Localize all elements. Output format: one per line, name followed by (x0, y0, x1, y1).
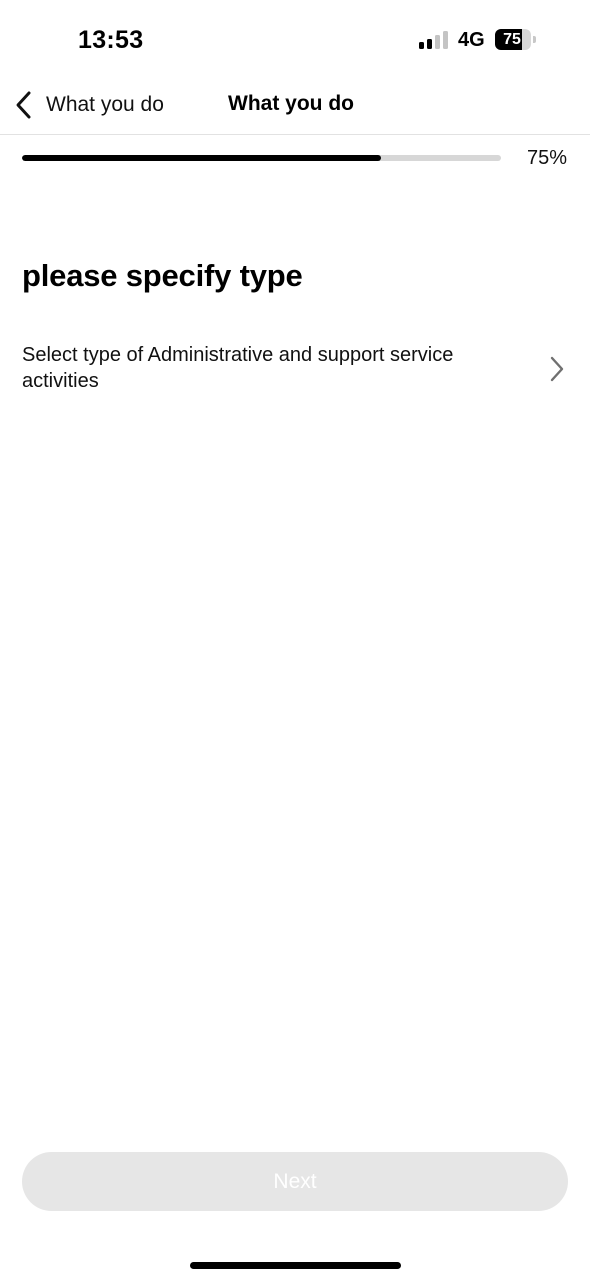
screen: 13:53 4G 75 What you do What you do 75% … (0, 0, 590, 1280)
page-header-title: What you do (228, 92, 354, 115)
back-button[interactable]: What you do (14, 88, 164, 122)
network-type: 4G (458, 29, 485, 51)
battery-level: 75 (503, 31, 521, 48)
next-button[interactable]: Next (22, 1152, 568, 1211)
signal-bar (419, 42, 424, 49)
activity-type-label: Select type of Administrative and suppor… (22, 344, 454, 392)
home-indicator[interactable] (190, 1262, 401, 1269)
progress-bar (22, 155, 501, 161)
chevron-right-icon (550, 356, 564, 382)
status-time: 13:53 (78, 26, 144, 54)
activity-type-select[interactable]: Select type of Administrative and suppor… (0, 338, 590, 400)
battery-nub (533, 36, 536, 43)
progress-fill (22, 155, 382, 161)
back-label: What you do (46, 93, 164, 116)
chevron-left-icon (16, 91, 31, 119)
signal-bar (435, 35, 440, 49)
battery-icon: 75 (495, 29, 531, 50)
cellular-signal-icon (419, 31, 449, 49)
signal-bar (443, 31, 448, 49)
status-bar: 13:53 4G 75 (0, 0, 590, 80)
page-title: please specify type (22, 258, 303, 293)
nav-header: What you do What you do (0, 80, 590, 135)
signal-bar (427, 39, 432, 49)
progress-percent: 75% (526, 147, 567, 169)
